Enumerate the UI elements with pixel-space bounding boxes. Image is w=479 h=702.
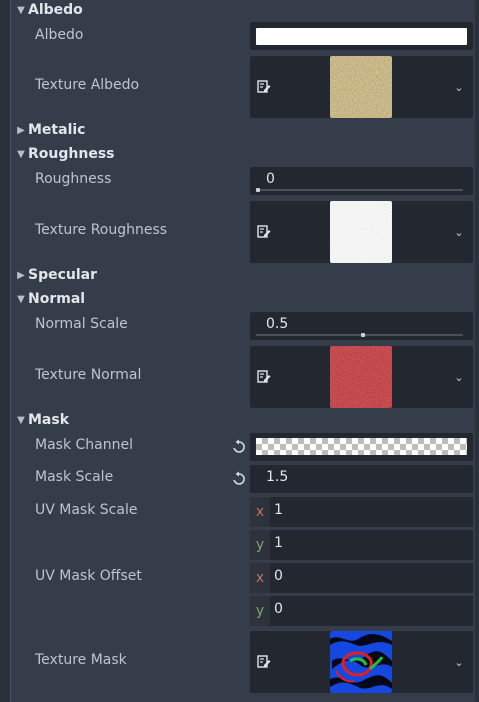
texture-mask-thumbnail[interactable] — [330, 631, 392, 693]
texture-roughness-label: Texture Roughness — [35, 222, 168, 238]
section-normal-title: Normal — [28, 291, 86, 307]
normal-scale-slider-grabber[interactable] — [361, 333, 365, 337]
uv-mask-offset-x-field[interactable] — [250, 563, 473, 593]
section-mask[interactable]: ▼ Mask — [14, 409, 69, 431]
edit-texture-icon[interactable] — [257, 80, 271, 94]
roughness-label: Roughness — [35, 171, 112, 187]
mask-channel-label: Mask Channel — [35, 437, 133, 453]
chevron-down-icon: ▼ — [17, 4, 25, 16]
inspector-panel: ▼ Albedo Albedo Texture Albedo ⌄ ▶ Metal… — [0, 0, 479, 702]
section-mask-title: Mask — [28, 412, 70, 428]
uv-mask-scale-y-field[interactable] — [250, 530, 473, 560]
uv-mask-offset-y-value[interactable]: 0 — [274, 601, 283, 617]
mask-channel-swatch[interactable] — [256, 438, 467, 455]
normal-scale-label: Normal Scale — [35, 316, 128, 332]
section-albedo[interactable]: ▼ Albedo — [14, 0, 83, 21]
chevron-right-icon: ▶ — [17, 269, 25, 281]
axis-x-label: x — [250, 563, 270, 593]
texture-mask-label: Texture Mask — [35, 652, 127, 668]
section-metalic[interactable]: ▶ Metalic — [14, 119, 85, 141]
section-roughness[interactable]: ▼ Roughness — [14, 143, 114, 165]
edit-texture-icon[interactable] — [257, 370, 271, 384]
texture-albedo-thumbnail[interactable] — [330, 56, 392, 118]
uv-mask-offset-y-field[interactable] — [250, 596, 473, 626]
texture-albedo-dropdown-icon[interactable]: ⌄ — [453, 81, 465, 94]
mask-scale-label: Mask Scale — [35, 469, 114, 485]
normal-scale-slider-track[interactable] — [256, 334, 463, 336]
roughness-slider-track[interactable] — [256, 189, 463, 191]
uv-mask-offset-x-value[interactable]: 0 — [274, 568, 283, 584]
section-roughness-title: Roughness — [28, 146, 115, 162]
texture-roughness-dropdown-icon[interactable]: ⌄ — [453, 226, 465, 239]
section-specular-title: Specular — [28, 267, 98, 283]
section-albedo-title: Albedo — [28, 2, 83, 18]
texture-roughness-thumbnail[interactable] — [330, 201, 392, 263]
chevron-right-icon: ▶ — [17, 124, 25, 136]
section-specular[interactable]: ▶ Specular — [14, 264, 97, 286]
mask-scale-value[interactable]: 1.5 — [266, 469, 288, 485]
chevron-down-icon: ▼ — [17, 414, 25, 426]
left-scroll-gutter — [0, 0, 11, 702]
reset-icon[interactable] — [231, 439, 247, 455]
section-normal[interactable]: ▼ Normal — [14, 288, 85, 310]
uv-mask-scale-y-value[interactable]: 1 — [274, 535, 283, 551]
uv-mask-scale-x-value[interactable]: 1 — [274, 502, 283, 518]
texture-normal-thumbnail[interactable] — [330, 346, 392, 408]
albedo-color-label: Albedo — [35, 27, 84, 43]
axis-y-label: y — [250, 530, 270, 560]
edit-texture-icon[interactable] — [257, 225, 271, 239]
axis-y-label: y — [250, 596, 270, 626]
texture-normal-label: Texture Normal — [35, 367, 142, 383]
albedo-color-swatch[interactable] — [256, 28, 467, 45]
uv-mask-scale-x-field[interactable] — [250, 497, 473, 527]
axis-x-label: x — [250, 497, 270, 527]
roughness-slider-grabber[interactable] — [256, 188, 260, 192]
roughness-value[interactable]: 0 — [266, 171, 275, 187]
chevron-down-icon: ▼ — [17, 148, 25, 160]
right-gutter — [475, 0, 479, 702]
edit-texture-icon[interactable] — [257, 655, 271, 669]
texture-mask-dropdown-icon[interactable]: ⌄ — [453, 656, 465, 669]
chevron-down-icon: ▼ — [17, 293, 25, 305]
section-metalic-title: Metalic — [28, 122, 86, 138]
texture-albedo-label: Texture Albedo — [35, 77, 140, 93]
normal-scale-value[interactable]: 0.5 — [266, 316, 288, 332]
uv-mask-scale-label: UV Mask Scale — [35, 502, 138, 518]
uv-mask-offset-label: UV Mask Offset — [35, 568, 142, 584]
reset-icon[interactable] — [231, 471, 247, 487]
texture-normal-dropdown-icon[interactable]: ⌄ — [453, 371, 465, 384]
